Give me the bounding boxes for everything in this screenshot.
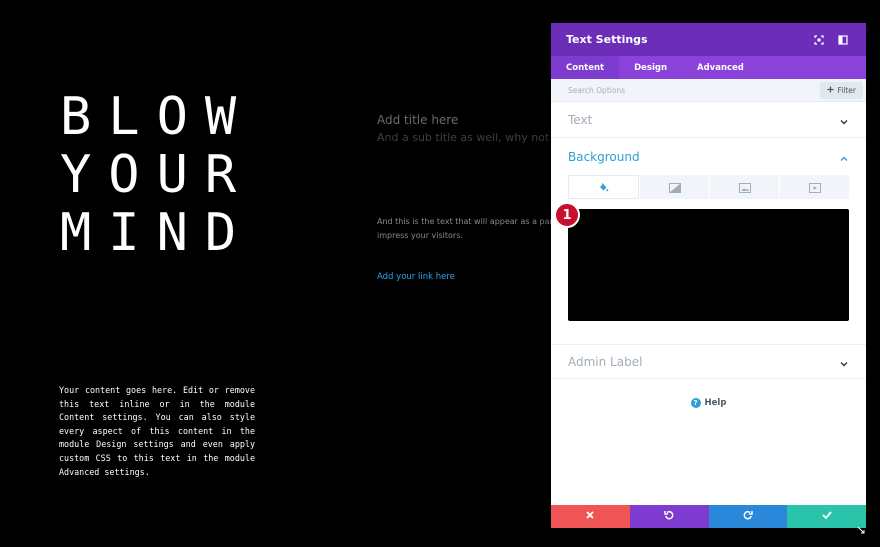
chevron-down-icon (840, 352, 848, 371)
filter-button[interactable]: Filter (820, 81, 863, 99)
module-body-line: impress your visitors. (377, 231, 463, 240)
cancel-button[interactable] (551, 505, 630, 528)
close-icon (586, 511, 595, 522)
sidebar-toggle-icon[interactable] (833, 30, 853, 50)
background-options: 1 (551, 175, 866, 321)
hero-body-text: Your content goes here. Edit or remove t… (59, 385, 255, 477)
tab-advanced[interactable]: Advanced (682, 56, 759, 79)
help-link[interactable]: ? Help (551, 398, 866, 408)
background-color-preview[interactable] (568, 209, 849, 321)
panel-tabs: Content Design Advanced (551, 56, 866, 79)
search-bar: Filter (551, 79, 866, 102)
section-text[interactable]: Text (551, 102, 866, 138)
section-background[interactable]: Background (551, 138, 866, 175)
hero-line-2: YOUR (60, 145, 254, 205)
bg-tab-video[interactable] (780, 175, 849, 199)
help-icon: ? (690, 398, 701, 408)
filter-label: Filter (837, 85, 856, 95)
gradient-icon (668, 178, 681, 197)
section-title-background: Background (568, 149, 640, 164)
background-type-tabs (568, 175, 849, 199)
expand-icon[interactable] (809, 30, 829, 50)
module-body[interactable]: And this is the text that will appear as… (377, 215, 555, 243)
panel-header[interactable]: Text Settings (551, 23, 866, 56)
help-label: Help (704, 398, 727, 408)
module-title[interactable]: Add title here (377, 113, 458, 127)
bg-tab-image[interactable] (710, 175, 779, 199)
paint-bucket-icon (598, 178, 609, 197)
module-link[interactable]: Add your link here (377, 272, 455, 282)
module-body-line: And this is the text that will appear as… (377, 217, 555, 226)
redo-button[interactable] (708, 505, 788, 528)
chevron-up-icon (840, 147, 848, 166)
video-icon (808, 178, 821, 197)
module-subtitle[interactable]: And a sub title as well, why not (377, 131, 549, 144)
undo-button[interactable] (629, 505, 709, 528)
bg-tab-color[interactable] (568, 175, 639, 199)
hero-line-1: BLOW (60, 87, 254, 147)
text-settings-panel: Text Settings Content Design Advanced Fi… (551, 23, 866, 534)
bg-tab-gradient[interactable] (640, 175, 709, 199)
check-icon (821, 511, 832, 522)
search-input[interactable] (568, 85, 821, 95)
panel-title: Text Settings (566, 33, 648, 46)
section-admin-label[interactable]: Admin Label (551, 344, 866, 379)
plus-icon (827, 86, 834, 95)
hero-line-3: MIND (60, 203, 254, 263)
section-title-text: Text (568, 112, 593, 127)
panel-footer (551, 505, 866, 534)
chevron-down-icon (840, 110, 848, 129)
undo-icon (664, 510, 674, 523)
redo-icon (743, 510, 753, 523)
image-icon (738, 178, 751, 197)
save-button[interactable] (787, 505, 866, 528)
tab-design[interactable]: Design (619, 56, 682, 79)
step-marker-badge: 1 (554, 202, 580, 228)
background-color-preview-wrap: 1 (554, 202, 849, 321)
tab-content[interactable]: Content (551, 56, 620, 79)
resize-handle-icon[interactable] (857, 519, 865, 534)
section-title-admin-label: Admin Label (568, 354, 643, 369)
hero-heading: BLOW YOUR MIND (60, 88, 320, 262)
